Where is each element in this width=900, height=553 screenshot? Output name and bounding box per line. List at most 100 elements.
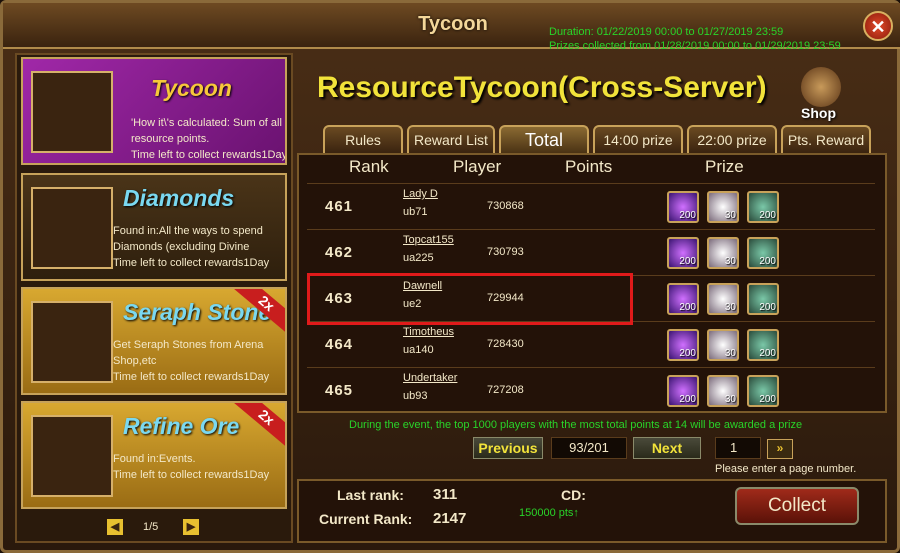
prize-qty: 30	[724, 210, 736, 221]
pearl-icon[interactable]: 30	[707, 237, 739, 269]
prize-qty: 200	[679, 256, 696, 267]
shop-button[interactable]: Shop	[793, 67, 851, 127]
seraph-stone-icon	[31, 301, 113, 383]
tycoon-portrait-icon	[31, 71, 113, 153]
category-card-refine-ore[interactable]: Refine Ore Found in:Events. Time left to…	[21, 401, 287, 509]
card-desc-line: Found in:Events.	[113, 453, 196, 465]
prev-page-icon[interactable]: ◀	[107, 519, 123, 535]
column-rank: Rank	[349, 157, 389, 176]
category-pager: ◀ 1/5 ▶	[103, 517, 199, 537]
card-desc: Get Seraph Stones from Arena Shop,etc Ti…	[113, 337, 285, 385]
row-points: 727208	[487, 384, 524, 396]
card-desc-line: Found in:All the ways to spend Diamonds …	[113, 225, 263, 253]
purple-orb-icon[interactable]: 200	[667, 191, 699, 223]
card-name: Refine Ore	[123, 413, 240, 439]
row-rank: 465	[325, 382, 354, 399]
scroll-icon[interactable]: 200	[747, 283, 779, 315]
shop-label: Shop	[801, 105, 836, 121]
next-page-icon[interactable]: ▶	[183, 519, 199, 535]
tab-total[interactable]: Total	[499, 125, 589, 153]
purple-orb-icon[interactable]: 200	[667, 329, 699, 361]
purple-orb-icon[interactable]: 200	[667, 375, 699, 407]
tab-14-prize[interactable]: 14:00 prize	[593, 125, 683, 153]
category-card-seraph-stones[interactable]: Seraph Stones Get Seraph Stones from Are…	[21, 287, 287, 395]
row-player-server: ub93	[403, 390, 428, 402]
tab-22-prize[interactable]: 22:00 prize	[687, 125, 777, 153]
scroll-icon[interactable]: 200	[747, 191, 779, 223]
scroll-icon[interactable]: 200	[747, 329, 779, 361]
row-player-name[interactable]: Topcat155	[403, 234, 454, 246]
row-points: 728430	[487, 338, 524, 350]
tab-bar: Rules Reward List Total 14:00 prize 22:0…	[323, 125, 873, 153]
prize-qty: 200	[679, 394, 696, 405]
pearl-icon[interactable]: 30	[707, 329, 739, 361]
tycoon-window: Tycoon Duration: 01/22/2019 00:00 to 01/…	[0, 0, 900, 553]
prize-qty: 200	[679, 210, 696, 221]
card-desc-line: 'How it\'s calculated: Sum of all resour…	[131, 117, 282, 145]
close-button[interactable]: ✕	[863, 11, 893, 41]
row-rank: 462	[325, 244, 354, 261]
ranking-panel: ResourceTycoon(Cross-Server) Shop Rules …	[297, 53, 893, 543]
row-player-name[interactable]: Undertaker	[403, 372, 457, 384]
tab-reward-list[interactable]: Reward List	[407, 125, 495, 153]
cd-points: 150000 pts↑	[519, 507, 579, 519]
scroll-icon[interactable]: 200	[747, 237, 779, 269]
last-rank-value: 311	[433, 486, 458, 503]
prize-qty: 30	[724, 394, 736, 405]
double-badge: 2x	[233, 403, 285, 448]
current-rank-value: 2147	[433, 510, 467, 527]
prize-qty: 30	[724, 348, 736, 359]
category-page-text: 1/5	[143, 521, 159, 533]
tab-rules[interactable]: Rules	[323, 125, 403, 153]
prize-qty: 30	[724, 302, 736, 313]
card-time-left: Time left to collect rewards1Day	[113, 257, 270, 269]
scroll-icon[interactable]: 200	[747, 375, 779, 407]
category-card-tycoon[interactable]: Tycoon 'How it\'s calculated: Sum of all…	[21, 57, 287, 165]
pearl-icon[interactable]: 30	[707, 283, 739, 315]
event-headline: ResourceTycoon(Cross-Server)	[317, 71, 767, 104]
pearl-icon[interactable]: 30	[707, 191, 739, 223]
row-player-name[interactable]: Lady D	[403, 188, 438, 200]
last-rank-label: Last rank:	[337, 487, 404, 503]
go-page-button[interactable]: »	[767, 439, 793, 459]
page-hint: Please enter a page number.	[715, 463, 857, 475]
event-duration: Duration: 01/22/2019 00:00 to 01/27/2019…	[549, 25, 841, 53]
prize-qty: 200	[759, 302, 776, 313]
next-button[interactable]: Next	[633, 437, 701, 459]
table-row: 465 Undertaker ub93 727208 200 30 200	[307, 367, 875, 413]
page-number-input[interactable]: 1	[715, 437, 761, 459]
card-desc: 'How it\'s calculated: Sum of all resour…	[131, 115, 287, 163]
card-time-left: Time left to collect rewards1Day	[113, 469, 270, 481]
collect-button[interactable]: Collect	[735, 487, 859, 525]
tab-pts-reward[interactable]: Pts. Reward	[781, 125, 871, 153]
shop-merchant-icon	[801, 67, 841, 107]
prize-qty: 200	[679, 302, 696, 313]
prize-qty: 200	[759, 394, 776, 405]
purple-orb-icon[interactable]: 200	[667, 237, 699, 269]
row-points: 730793	[487, 246, 524, 258]
card-name: Tycoon	[151, 75, 232, 101]
row-player-name[interactable]: Timotheus	[403, 326, 454, 338]
prize-qty: 30	[724, 256, 736, 267]
card-time-left: Time left to collect rewards1Day	[113, 371, 270, 383]
table-row: 461 Lady D ub71 730868 200 30 200	[307, 183, 875, 229]
card-time-left: Time left to collect rewards1Day	[131, 149, 287, 161]
column-prize: Prize	[705, 157, 744, 176]
title-bar: Tycoon Duration: 01/22/2019 00:00 to 01/…	[3, 3, 900, 52]
table-row: 464 Timotheus ua140 728430 200 30 200	[307, 321, 875, 367]
prize-notice: During the event, the top 1000 players w…	[349, 419, 803, 431]
column-points: Points	[565, 157, 613, 176]
prize-qty: 200	[679, 348, 696, 359]
category-card-diamonds[interactable]: Diamonds Found in:All the ways to spend …	[21, 173, 287, 281]
row-player-server: ua140	[403, 344, 434, 356]
prize-qty: 200	[759, 348, 776, 359]
prizes-line: Prizes collected from 01/28/2019 00:00 t…	[549, 40, 841, 52]
current-rank-label: Current Rank:	[319, 511, 413, 527]
refine-ore-icon	[31, 415, 113, 497]
previous-button[interactable]: Previous	[473, 437, 543, 459]
row-rank: 464	[325, 336, 354, 353]
purple-orb-icon[interactable]: 200	[667, 283, 699, 315]
card-desc: Found in:All the ways to spend Diamonds …	[113, 223, 285, 271]
pearl-icon[interactable]: 30	[707, 375, 739, 407]
prize-qty: 200	[759, 256, 776, 267]
